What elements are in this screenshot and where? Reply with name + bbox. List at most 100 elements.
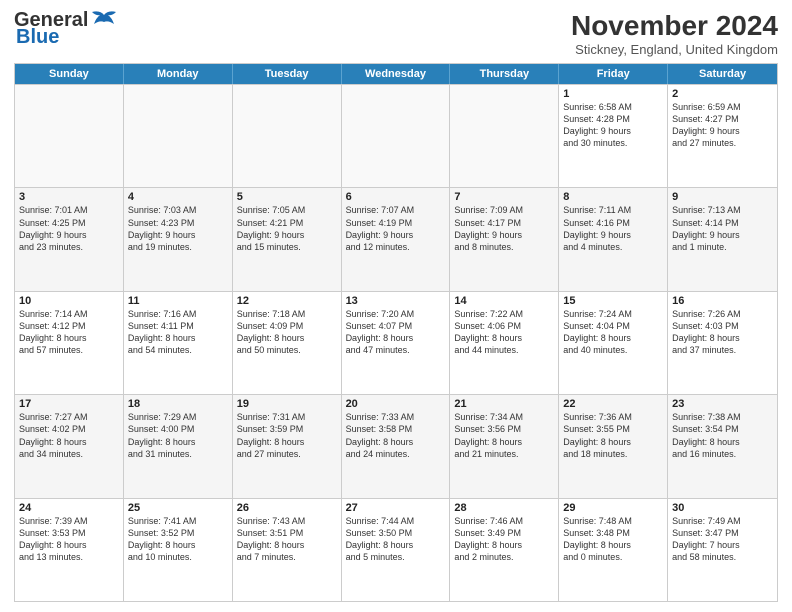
cell-info: Sunrise: 7:22 AM Sunset: 4:06 PM Dayligh… (454, 308, 554, 357)
day-number: 1 (563, 88, 663, 100)
day-header-sunday: Sunday (15, 64, 124, 84)
cal-cell-5: 5Sunrise: 7:05 AM Sunset: 4:21 PM Daylig… (233, 188, 342, 290)
cell-info: Sunrise: 6:58 AM Sunset: 4:28 PM Dayligh… (563, 101, 663, 150)
cal-cell-2: 2Sunrise: 6:59 AM Sunset: 4:27 PM Daylig… (668, 85, 777, 187)
cell-info: Sunrise: 7:16 AM Sunset: 4:11 PM Dayligh… (128, 308, 228, 357)
cal-cell-28: 28Sunrise: 7:46 AM Sunset: 3:49 PM Dayli… (450, 499, 559, 601)
day-number: 28 (454, 502, 554, 514)
day-number: 22 (563, 398, 663, 410)
day-number: 25 (128, 502, 228, 514)
day-number: 13 (346, 295, 446, 307)
cal-cell-18: 18Sunrise: 7:29 AM Sunset: 4:00 PM Dayli… (124, 395, 233, 497)
cal-cell-10: 10Sunrise: 7:14 AM Sunset: 4:12 PM Dayli… (15, 292, 124, 394)
cell-info: Sunrise: 7:29 AM Sunset: 4:00 PM Dayligh… (128, 411, 228, 460)
title-block: November 2024 Stickney, England, United … (571, 10, 778, 57)
day-number: 14 (454, 295, 554, 307)
cal-cell-9: 9Sunrise: 7:13 AM Sunset: 4:14 PM Daylig… (668, 188, 777, 290)
day-number: 24 (19, 502, 119, 514)
day-number: 2 (672, 88, 773, 100)
day-number: 9 (672, 191, 773, 203)
calendar-row-1: 3Sunrise: 7:01 AM Sunset: 4:25 PM Daylig… (15, 187, 777, 290)
cell-info: Sunrise: 6:59 AM Sunset: 4:27 PM Dayligh… (672, 101, 773, 150)
calendar-header: SundayMondayTuesdayWednesdayThursdayFrid… (15, 64, 777, 84)
cell-info: Sunrise: 7:41 AM Sunset: 3:52 PM Dayligh… (128, 515, 228, 564)
day-number: 17 (19, 398, 119, 410)
cal-cell-3: 3Sunrise: 7:01 AM Sunset: 4:25 PM Daylig… (15, 188, 124, 290)
cell-info: Sunrise: 7:36 AM Sunset: 3:55 PM Dayligh… (563, 411, 663, 460)
cell-info: Sunrise: 7:11 AM Sunset: 4:16 PM Dayligh… (563, 204, 663, 253)
cal-cell-12: 12Sunrise: 7:18 AM Sunset: 4:09 PM Dayli… (233, 292, 342, 394)
cell-info: Sunrise: 7:20 AM Sunset: 4:07 PM Dayligh… (346, 308, 446, 357)
cell-info: Sunrise: 7:07 AM Sunset: 4:19 PM Dayligh… (346, 204, 446, 253)
day-header-thursday: Thursday (450, 64, 559, 84)
day-header-tuesday: Tuesday (233, 64, 342, 84)
calendar-row-0: 1Sunrise: 6:58 AM Sunset: 4:28 PM Daylig… (15, 84, 777, 187)
page: General Blue November 2024 Stickney, Eng… (0, 0, 792, 612)
calendar-row-3: 17Sunrise: 7:27 AM Sunset: 4:02 PM Dayli… (15, 394, 777, 497)
day-header-friday: Friday (559, 64, 668, 84)
day-header-monday: Monday (124, 64, 233, 84)
cal-cell-27: 27Sunrise: 7:44 AM Sunset: 3:50 PM Dayli… (342, 499, 451, 601)
calendar: SundayMondayTuesdayWednesdayThursdayFrid… (14, 63, 778, 602)
month-title: November 2024 (571, 10, 778, 42)
day-number: 7 (454, 191, 554, 203)
cal-cell-13: 13Sunrise: 7:20 AM Sunset: 4:07 PM Dayli… (342, 292, 451, 394)
cell-info: Sunrise: 7:13 AM Sunset: 4:14 PM Dayligh… (672, 204, 773, 253)
logo-blue: Blue (16, 26, 59, 49)
cell-info: Sunrise: 7:27 AM Sunset: 4:02 PM Dayligh… (19, 411, 119, 460)
cal-cell-11: 11Sunrise: 7:16 AM Sunset: 4:11 PM Dayli… (124, 292, 233, 394)
cal-cell-empty-1 (124, 85, 233, 187)
day-number: 12 (237, 295, 337, 307)
cell-info: Sunrise: 7:44 AM Sunset: 3:50 PM Dayligh… (346, 515, 446, 564)
cal-cell-24: 24Sunrise: 7:39 AM Sunset: 3:53 PM Dayli… (15, 499, 124, 601)
day-header-saturday: Saturday (668, 64, 777, 84)
cal-cell-15: 15Sunrise: 7:24 AM Sunset: 4:04 PM Dayli… (559, 292, 668, 394)
cal-cell-empty-2 (233, 85, 342, 187)
cell-info: Sunrise: 7:01 AM Sunset: 4:25 PM Dayligh… (19, 204, 119, 253)
logo: General Blue (14, 10, 118, 49)
cal-cell-7: 7Sunrise: 7:09 AM Sunset: 4:17 PM Daylig… (450, 188, 559, 290)
cal-cell-22: 22Sunrise: 7:36 AM Sunset: 3:55 PM Dayli… (559, 395, 668, 497)
day-number: 6 (346, 191, 446, 203)
cal-cell-30: 30Sunrise: 7:49 AM Sunset: 3:47 PM Dayli… (668, 499, 777, 601)
day-number: 5 (237, 191, 337, 203)
cal-cell-8: 8Sunrise: 7:11 AM Sunset: 4:16 PM Daylig… (559, 188, 668, 290)
day-number: 15 (563, 295, 663, 307)
header: General Blue November 2024 Stickney, Eng… (14, 10, 778, 57)
cal-cell-21: 21Sunrise: 7:34 AM Sunset: 3:56 PM Dayli… (450, 395, 559, 497)
location: Stickney, England, United Kingdom (571, 42, 778, 57)
cell-info: Sunrise: 7:48 AM Sunset: 3:48 PM Dayligh… (563, 515, 663, 564)
calendar-row-4: 24Sunrise: 7:39 AM Sunset: 3:53 PM Dayli… (15, 498, 777, 601)
day-number: 3 (19, 191, 119, 203)
day-number: 16 (672, 295, 773, 307)
day-number: 23 (672, 398, 773, 410)
day-number: 8 (563, 191, 663, 203)
cal-cell-25: 25Sunrise: 7:41 AM Sunset: 3:52 PM Dayli… (124, 499, 233, 601)
cal-cell-19: 19Sunrise: 7:31 AM Sunset: 3:59 PM Dayli… (233, 395, 342, 497)
cal-cell-16: 16Sunrise: 7:26 AM Sunset: 4:03 PM Dayli… (668, 292, 777, 394)
cell-info: Sunrise: 7:24 AM Sunset: 4:04 PM Dayligh… (563, 308, 663, 357)
day-number: 27 (346, 502, 446, 514)
day-number: 18 (128, 398, 228, 410)
day-number: 11 (128, 295, 228, 307)
calendar-body: 1Sunrise: 6:58 AM Sunset: 4:28 PM Daylig… (15, 84, 777, 601)
day-number: 26 (237, 502, 337, 514)
day-number: 4 (128, 191, 228, 203)
cal-cell-empty-4 (450, 85, 559, 187)
cell-info: Sunrise: 7:14 AM Sunset: 4:12 PM Dayligh… (19, 308, 119, 357)
cell-info: Sunrise: 7:39 AM Sunset: 3:53 PM Dayligh… (19, 515, 119, 564)
cal-cell-29: 29Sunrise: 7:48 AM Sunset: 3:48 PM Dayli… (559, 499, 668, 601)
cal-cell-empty-3 (342, 85, 451, 187)
cell-info: Sunrise: 7:33 AM Sunset: 3:58 PM Dayligh… (346, 411, 446, 460)
cal-cell-6: 6Sunrise: 7:07 AM Sunset: 4:19 PM Daylig… (342, 188, 451, 290)
day-number: 30 (672, 502, 773, 514)
cal-cell-1: 1Sunrise: 6:58 AM Sunset: 4:28 PM Daylig… (559, 85, 668, 187)
cell-info: Sunrise: 7:43 AM Sunset: 3:51 PM Dayligh… (237, 515, 337, 564)
cal-cell-4: 4Sunrise: 7:03 AM Sunset: 4:23 PM Daylig… (124, 188, 233, 290)
cell-info: Sunrise: 7:26 AM Sunset: 4:03 PM Dayligh… (672, 308, 773, 357)
day-number: 10 (19, 295, 119, 307)
cell-info: Sunrise: 7:03 AM Sunset: 4:23 PM Dayligh… (128, 204, 228, 253)
cal-cell-14: 14Sunrise: 7:22 AM Sunset: 4:06 PM Dayli… (450, 292, 559, 394)
day-number: 29 (563, 502, 663, 514)
cal-cell-23: 23Sunrise: 7:38 AM Sunset: 3:54 PM Dayli… (668, 395, 777, 497)
